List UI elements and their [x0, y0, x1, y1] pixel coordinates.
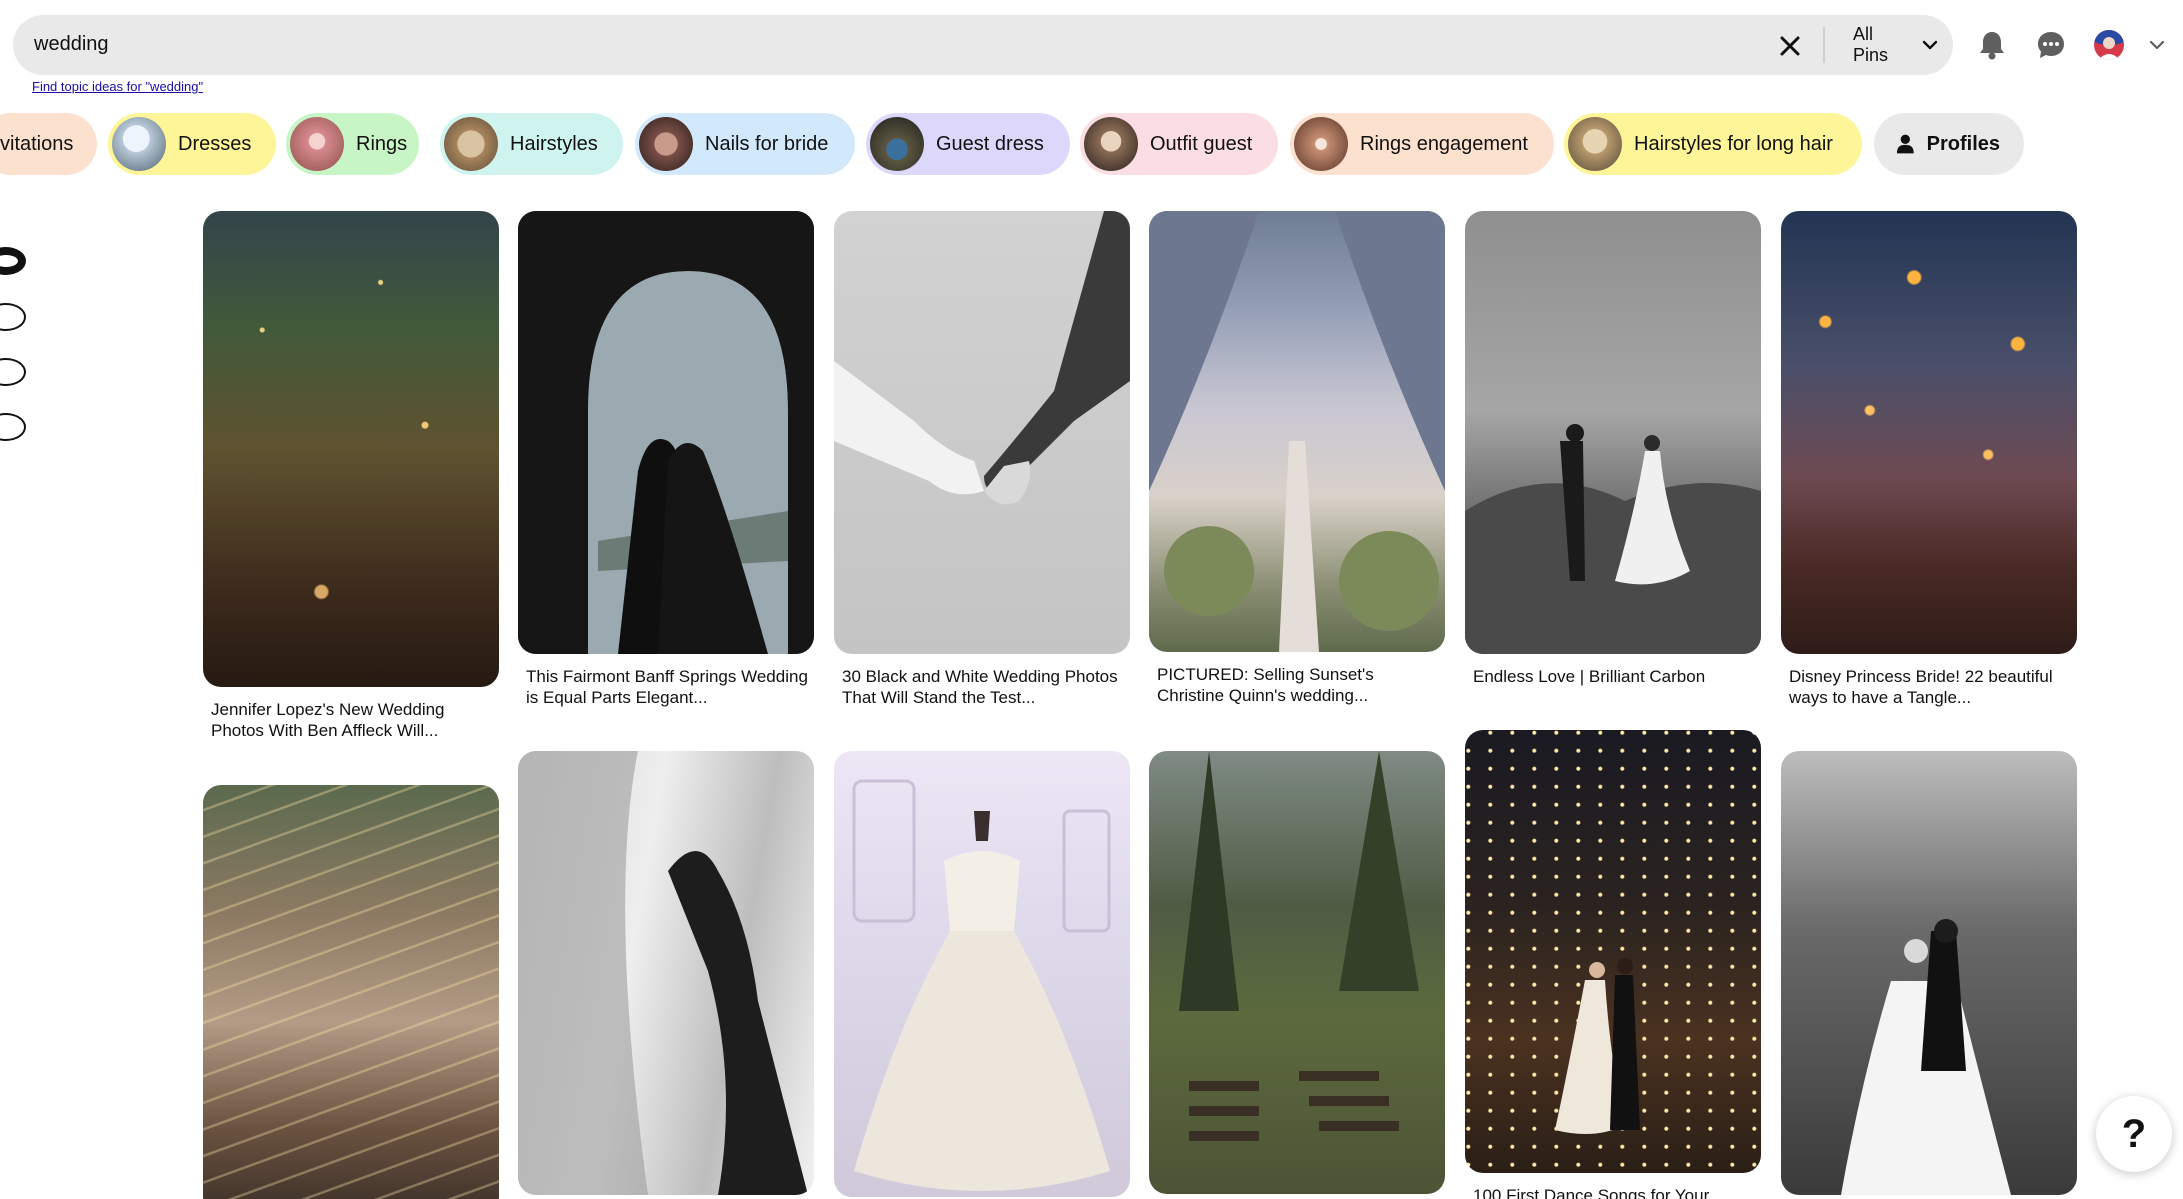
- pin-caption: 30 Black and White Wedding Photos That W…: [842, 667, 1118, 707]
- messages-icon: [2038, 32, 2064, 58]
- pin-caption: Disney Princess Bride! 22 beautiful ways…: [1789, 667, 2053, 707]
- pin-card[interactable]: Disney Princess Bride! 22 beautiful ways…: [1781, 211, 2077, 708]
- pin-filter-label: All Pins: [1853, 24, 1889, 65]
- filter-radio-2[interactable]: [0, 303, 26, 331]
- chip-label: Rings engagement: [1360, 132, 1528, 155]
- pin-image-forest-ceremony: [1149, 751, 1445, 1194]
- forest-illustration: [1179, 751, 1419, 1141]
- pin-card[interactable]: 30 Black and White Wedding Photos That W…: [834, 211, 1130, 708]
- chip-thumbnail: [870, 117, 924, 171]
- chip-dresses[interactable]: Dresses: [108, 113, 276, 175]
- chip-rings-engagement[interactable]: Rings engagement: [1290, 113, 1554, 175]
- person-icon: [1896, 134, 1914, 154]
- chip-label: vitations: [0, 132, 74, 155]
- pin-card[interactable]: 100 First Dance Songs for Your: [1465, 730, 1761, 1199]
- chip-label: Guest dress: [936, 132, 1044, 155]
- chip-invitations[interactable]: vitations: [0, 113, 97, 175]
- pin-image-lantern-reception: [1781, 211, 2077, 654]
- chip-thumbnail: [444, 117, 498, 171]
- filter-radio-3[interactable]: [0, 358, 26, 386]
- pin-image-desert-dance: [1465, 211, 1761, 654]
- clear-search-button[interactable]: [1773, 29, 1807, 63]
- help-button[interactable]: ?: [2096, 1096, 2172, 1172]
- pin-card[interactable]: [1781, 751, 2077, 1195]
- help-icon: ?: [2121, 1111, 2147, 1156]
- pin-image-garden-reception: [203, 211, 499, 687]
- search-divider: [1823, 27, 1825, 63]
- chip-profiles[interactable]: Profiles: [1874, 113, 2024, 175]
- hands-illustration: [834, 211, 1130, 505]
- filter-radio-4[interactable]: [0, 413, 26, 441]
- search-bar[interactable]: wedding All Pins: [13, 15, 1953, 75]
- chevron-down-icon: [1922, 40, 1938, 50]
- pin-caption: Jennifer Lopez's New Wedding Photos With…: [211, 700, 445, 740]
- pin-caption: This Fairmont Banff Springs Wedding is E…: [526, 667, 808, 707]
- guided-search-chips: vitations Dresses Rings Hairstyles Nails…: [0, 113, 2183, 175]
- chip-hairstyles-for-long-hair[interactable]: Hairstyles for long hair: [1564, 113, 1862, 175]
- chevron-down-icon: [2149, 40, 2165, 50]
- pin-card[interactable]: [1149, 751, 1445, 1194]
- chip-label: Profiles: [1926, 132, 2000, 155]
- account-options-button[interactable]: [2142, 30, 2172, 60]
- chip-thumbnail: [112, 117, 166, 171]
- pin-caption: PICTURED: Selling Sunset's Christine Qui…: [1157, 665, 1374, 705]
- chip-label: Outfit guest: [1150, 132, 1253, 155]
- pin-image-holding-hands: [834, 211, 1130, 654]
- pin-card[interactable]: [203, 785, 499, 1199]
- pin-image-first-dance: [1465, 730, 1761, 1173]
- sparkler-illustration: [1841, 919, 2011, 1195]
- pin-card[interactable]: Endless Love | Brilliant Carbon: [1465, 211, 1761, 687]
- chip-guest-dress[interactable]: Guest dress: [866, 113, 1070, 175]
- aisle-illustration: [1149, 211, 1445, 652]
- pin-image-ball-gown: [834, 751, 1130, 1197]
- chip-thumbnail: [1568, 117, 1622, 171]
- pin-image-bride-veil: [518, 751, 814, 1195]
- notifications-button[interactable]: [1972, 25, 2012, 65]
- couple-silhouette: [518, 211, 814, 654]
- bell-icon: [1980, 32, 2004, 60]
- pin-card[interactable]: PICTURED: Selling Sunset's Christine Qui…: [1149, 211, 1445, 706]
- filter-radio-1[interactable]: [0, 247, 26, 275]
- chip-hairstyles[interactable]: Hairstyles: [440, 113, 623, 175]
- pin-image-couple-window: [518, 211, 814, 654]
- avatar[interactable]: [2094, 30, 2124, 60]
- dance-illustration: [1465, 424, 1761, 654]
- chip-label: Dresses: [178, 132, 252, 155]
- pin-card[interactable]: Jennifer Lopez's New Wedding Photos With…: [203, 211, 499, 741]
- chip-label: Rings: [356, 132, 408, 155]
- chip-outfit-guest[interactable]: Outfit guest: [1080, 113, 1278, 175]
- search-input[interactable]: wedding: [34, 33, 109, 56]
- gown-illustration: [852, 779, 1111, 1191]
- chip-label: Hairstyles: [510, 132, 598, 155]
- pin-card[interactable]: [518, 751, 814, 1195]
- pin-card[interactable]: [834, 751, 1130, 1197]
- pin-card[interactable]: This Fairmont Banff Springs Wedding is E…: [518, 211, 814, 708]
- chip-thumbnail: [639, 117, 693, 171]
- close-icon: [1780, 36, 1800, 56]
- pin-caption: 100 First Dance Songs for Your: [1473, 1186, 1710, 1199]
- topic-ideas-link[interactable]: Find topic ideas for "wedding": [32, 79, 203, 94]
- pin-filter-dropdown[interactable]: All Pins: [1839, 24, 1953, 65]
- pin-image-sparkler-exit: [1781, 751, 2077, 1195]
- chip-nails-for-bride[interactable]: Nails for bride: [635, 113, 855, 175]
- messages-button[interactable]: [2031, 25, 2071, 65]
- chip-thumbnail: [290, 117, 344, 171]
- pin-image-draped-aisle: [1149, 211, 1445, 652]
- veil-silhouette: [518, 751, 808, 1195]
- first-dance-illustration: [1555, 958, 1640, 1134]
- chip-thumbnail: [1084, 117, 1138, 171]
- chip-label: Nails for bride: [705, 132, 829, 155]
- chip-label: Hairstyles for long hair: [1634, 132, 1833, 155]
- avatar-image: [2094, 30, 2124, 60]
- chip-thumbnail: [1294, 117, 1348, 171]
- chip-rings[interactable]: Rings: [286, 113, 419, 175]
- pin-caption: Endless Love | Brilliant Carbon: [1473, 667, 1706, 686]
- pin-image-tent-reception: [203, 785, 499, 1199]
